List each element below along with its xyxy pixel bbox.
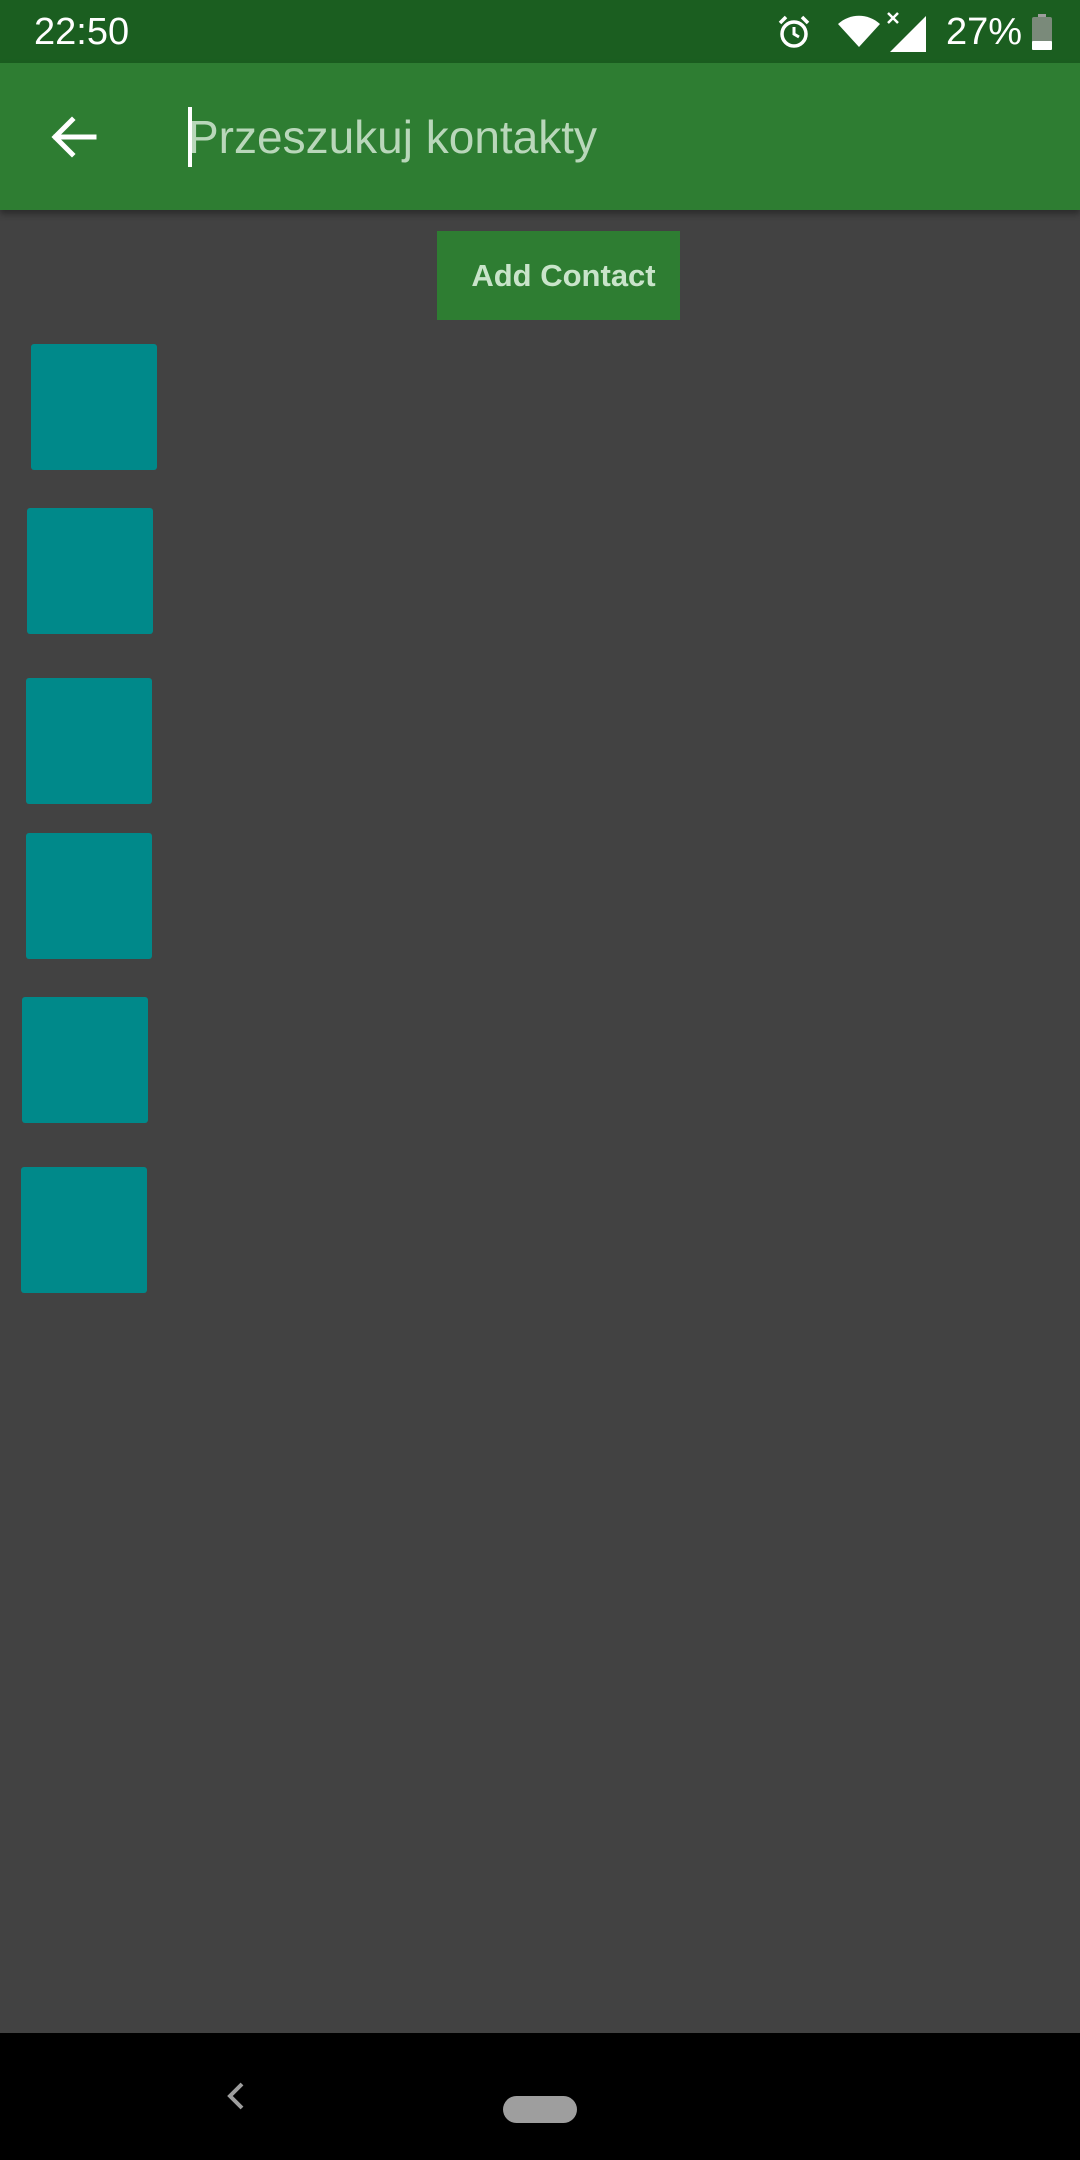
contact-tile[interactable] — [26, 678, 152, 804]
search-field[interactable] — [188, 97, 1048, 177]
contact-tile[interactable] — [22, 997, 148, 1123]
status-icons: 27% — [776, 8, 1052, 56]
wifi-icon — [837, 15, 880, 49]
status-bar: 22:50 27% — [0, 0, 1080, 63]
cell-signal-icon — [886, 10, 930, 54]
contact-tile[interactable] — [31, 344, 157, 470]
search-input[interactable] — [188, 97, 1048, 177]
chevron-left-icon — [224, 2081, 246, 2111]
battery-percent: 27% — [945, 11, 1022, 53]
battery-icon — [1032, 14, 1052, 50]
alarm-icon — [776, 14, 812, 50]
nav-back-button[interactable] — [210, 2071, 260, 2121]
arrow-left-icon — [50, 115, 98, 159]
status-time: 22:50 — [34, 11, 130, 53]
app-toolbar — [0, 63, 1080, 210]
contact-tile[interactable] — [21, 1167, 147, 1293]
add-contact-button[interactable]: Add Contact — [437, 231, 680, 320]
contact-tile[interactable] — [27, 508, 153, 634]
back-button[interactable] — [34, 105, 114, 169]
text-caret — [188, 107, 192, 167]
contact-tile[interactable] — [26, 833, 152, 959]
system-navigation-bar — [0, 2033, 1080, 2160]
home-pill-icon[interactable] — [503, 2096, 577, 2123]
